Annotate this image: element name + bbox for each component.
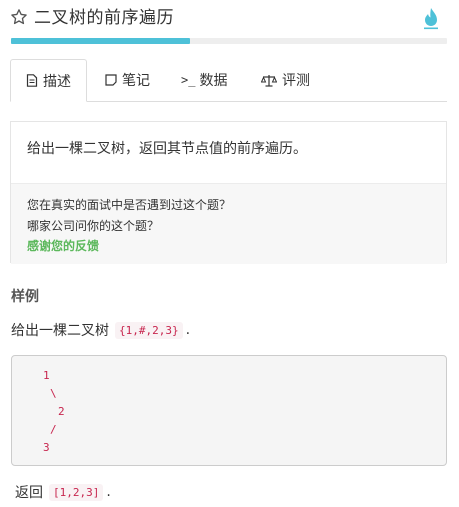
description-panel: 给出一棵二叉树，返回其节点值的前序遍历。 您在真实的面试中是否遇到过这个题？ 哪… <box>10 121 447 264</box>
progress-fill <box>11 38 190 44</box>
tab-label: 描述 <box>43 73 71 90</box>
result-inline-code: [1,2,3] <box>49 483 104 501</box>
tree-code-block: 1 \ 2 / 3 <box>11 355 447 466</box>
tab-data[interactable]: >_ 数据 <box>181 59 227 101</box>
tab-notes[interactable]: 笔记 <box>105 59 150 101</box>
terminal-icon: >_ <box>181 73 196 87</box>
tree-inline-code: {1,#,2,3} <box>115 321 183 339</box>
return-result: 返回 [1,2,3] . <box>15 482 111 502</box>
tab-description[interactable]: 描述 <box>10 59 87 102</box>
description-text: 给出一棵二叉树，返回其节点值的前序遍历。 <box>27 141 307 157</box>
scale-icon <box>261 74 277 87</box>
code-line: 1 <box>43 369 50 382</box>
example-intro: 给出一棵二叉树 {1,#,2,3} . <box>11 320 190 340</box>
tab-label: 笔记 <box>122 73 150 89</box>
company-question[interactable]: 哪家公司问你的这个题？ <box>27 217 159 234</box>
problem-header: 二叉树的前序遍历 <box>0 0 459 36</box>
tab-bar: 描述 笔记 >_ 数据 评测 <box>10 59 447 102</box>
tab-label: 数据 <box>199 73 228 89</box>
code-line: 2 <box>58 405 65 418</box>
tab-label: 评测 <box>282 73 310 89</box>
example-intro-text: 给出一棵二叉树 <box>11 323 109 339</box>
return-label: 返回 <box>15 485 43 501</box>
code-line: \ <box>50 387 57 400</box>
interview-feedback-panel: 您在真实的面试中是否遇到过这个题？ 哪家公司问你的这个题？ 感谢您的反馈 <box>11 183 446 264</box>
example-heading: 样例 <box>11 289 39 305</box>
document-icon <box>26 74 38 87</box>
code-line: / <box>50 423 57 436</box>
page-title: 二叉树的前序遍历 <box>34 8 174 28</box>
period: . <box>106 484 111 500</box>
star-icon[interactable] <box>10 8 28 26</box>
progress-bar <box>11 38 447 44</box>
interview-question[interactable]: 您在真实的面试中是否遇到过这个题？ <box>27 196 231 213</box>
note-icon <box>105 74 117 86</box>
period: . <box>185 322 191 338</box>
tab-judge[interactable]: 评测 <box>261 59 310 101</box>
code-line: 3 <box>43 441 50 454</box>
feedback-link[interactable]: 感谢您的反馈 <box>27 237 99 254</box>
flame-icon[interactable] <box>420 6 442 30</box>
